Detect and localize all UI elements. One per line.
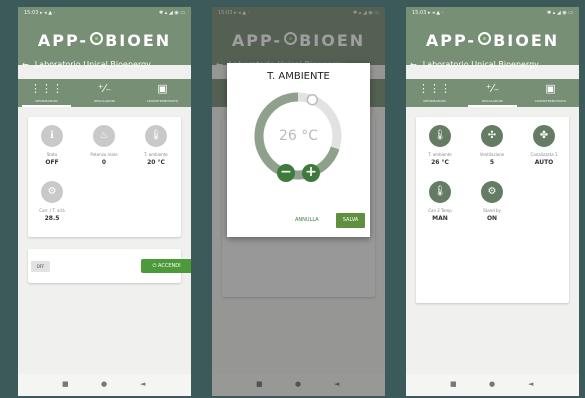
temperature-value: 26 °C	[278, 128, 319, 144]
plus-minus-icon: ⁺⁄₋	[485, 82, 500, 95]
system-nav-bar: ■ ● ◄	[406, 374, 579, 396]
home-icon[interactable]: ●	[101, 380, 107, 388]
app-header: APP-BIOEN ← Laboratorio Unical Bioenergy	[18, 19, 191, 69]
fan-icon: ✤	[533, 125, 555, 147]
app-logo: APP- BIOEN	[37, 31, 172, 50]
plus-minus-icon: ⁺⁄₋	[97, 82, 112, 95]
decrease-button[interactable]: −	[277, 164, 295, 182]
dial-knob[interactable]	[306, 93, 319, 106]
temperature-dialog: T. AMBIENTE 26 °C − + ANNULLA SALVA	[227, 63, 370, 237]
thermometer-icon: 🌡	[429, 181, 451, 203]
back-arrow-icon[interactable]: ←	[410, 60, 417, 69]
grid-icon: ⋮⋮⋮	[418, 82, 451, 95]
app-logo: APP- BIOEN	[425, 31, 560, 50]
increase-button[interactable]: +	[302, 164, 320, 182]
ventilation-item[interactable]: ✣ Ventilazione 5	[472, 125, 512, 166]
recent-apps-icon[interactable]: ■	[62, 380, 69, 388]
off-button[interactable]: OFF	[31, 261, 50, 272]
home-icon[interactable]: ●	[489, 380, 495, 388]
room-temp-item: 🌡 T. ambiente 20 °C	[136, 125, 176, 166]
thermometer-icon: 🌡	[145, 125, 167, 147]
save-button[interactable]: SALVA	[336, 213, 365, 228]
tab-regolazioni[interactable]: ⁺⁄₋ REGOLAZIONI	[464, 79, 521, 107]
app-header: APP-BIOEN ←Laboratorio Unical Bioenergy	[406, 19, 579, 69]
status-right: ✱ ▴ ◢ ◉ ▭	[159, 10, 185, 16]
recent-apps-icon[interactable]: ■	[450, 380, 457, 388]
standby-item[interactable]: ⚙ Stand by ON	[472, 181, 512, 222]
duct-1-item[interactable]: ✤ Canalizzata 1 AUTO	[524, 125, 564, 166]
regulation-card: 🌡 T. ambiente 26 °C ✣ Ventilazione 5 ✤ C…	[416, 117, 569, 303]
tab-bar: ⋮⋮⋮ INFORMAZIONI ⁺⁄₋ REGOLAZIONI ▣ CRONOTER…	[406, 79, 579, 107]
info-icon: ℹ	[41, 125, 63, 147]
info-card: ℹ Stato OFF ♨ Potenza reale 0 🌡 T. ambie…	[28, 117, 181, 237]
tab-regolazioni[interactable]: ⁺⁄₋ REGOLAZIONI	[76, 79, 133, 107]
tab-cronotermostato[interactable]: ▣ CRONOTERMOSTATO	[522, 79, 579, 107]
status-bar: 15:03 ▸ ◂ ▲ · ✱ ▴ ◢ ◉ ▭	[406, 7, 579, 19]
status-left: 15:03 ▸ ◂ ▲ ·	[24, 10, 56, 16]
back-icon[interactable]: ◄	[528, 380, 533, 388]
location-title: Laboratorio Unical Bioenergy	[34, 60, 151, 69]
tab-informazioni[interactable]: ⋮⋮⋮ INFORMAZIONI	[18, 79, 75, 107]
cancel-button[interactable]: ANNULLA	[295, 217, 319, 223]
back-icon[interactable]: ◄	[140, 380, 145, 388]
power-item: ♨ Potenza reale 0	[84, 125, 124, 166]
gear-icon: ⚙	[41, 181, 63, 203]
phone-screen-information: 15:03 ▸ ◂ ▲ · ✱ ▴ ◢ ◉ ▭ APP- BIOEN ← Labor…	[18, 7, 191, 396]
system-nav-bar: ■ ● ◄	[18, 374, 191, 396]
tab-cronotermostato[interactable]: ▣ CRONOTERMOSTATO	[134, 79, 191, 107]
calendar-icon: ▣	[545, 82, 556, 95]
air-item: ⚙ Carr. / T. arià 28.5	[32, 181, 72, 222]
back-arrow-icon[interactable]: ←	[22, 60, 29, 69]
tab-bar: ⋮⋮⋮ INFORMAZIONI ⁺⁄₋ REGOLAZIONI ▣ CRONOTER…	[18, 79, 191, 107]
room-temp-item[interactable]: 🌡 T. ambiente 26 °C	[420, 125, 460, 166]
thermometer-icon: 🌡	[429, 125, 451, 147]
duct-2-temp-item[interactable]: 🌡 Can 2 Temp MAN	[420, 181, 460, 222]
tab-informazioni[interactable]: ⋮⋮⋮ INFORMAZIONI	[406, 79, 463, 107]
grid-icon: ⋮⋮⋮	[30, 82, 63, 95]
fan-icon: ✣	[481, 125, 503, 147]
power-on-button[interactable]: ⏻ ACCENDI	[141, 259, 191, 273]
status-bar: 15:03 ▸ ◂ ▲ · ✱ ▴ ◢ ◉ ▭	[18, 7, 191, 19]
dialog-title: T. AMBIENTE	[267, 71, 330, 82]
phone-screen-regulation-values: 15:03 ▸ ◂ ▲ · ✱ ▴ ◢ ◉ ▭ APP- BIOEN ← Labor…	[406, 7, 579, 396]
status-item: ℹ Stato OFF	[32, 125, 72, 166]
flame-icon: ♨	[93, 125, 115, 147]
gear-icon: ⚙	[481, 181, 503, 203]
logo-o-icon	[478, 32, 492, 45]
calendar-icon: ▣	[157, 82, 168, 95]
logo-o-icon	[90, 32, 104, 45]
